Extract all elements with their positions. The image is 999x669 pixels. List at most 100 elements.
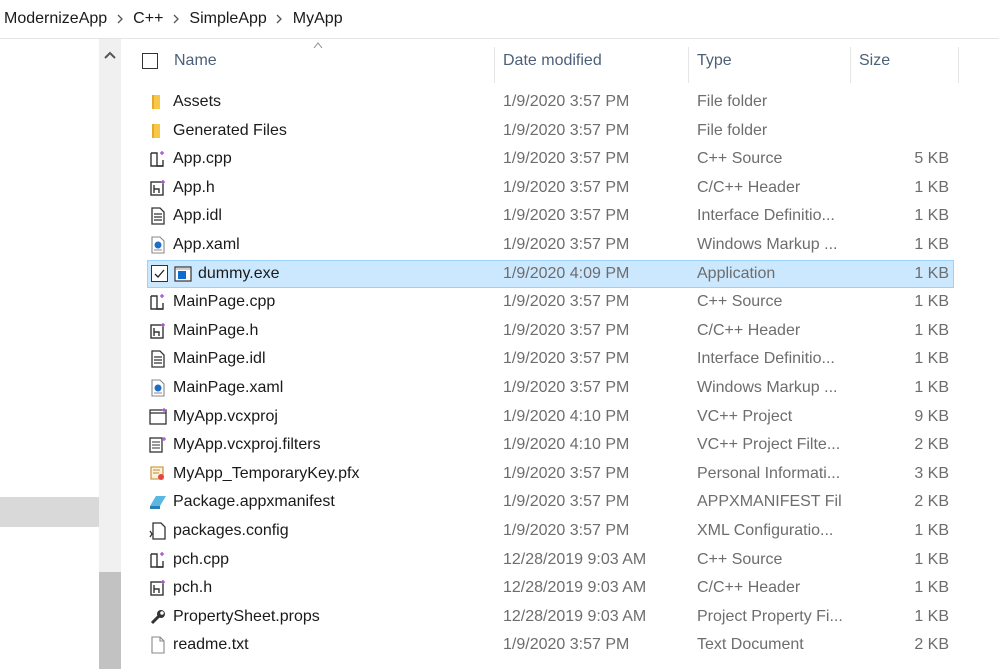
breadcrumb-item-myapp[interactable]: MyApp xyxy=(289,10,347,28)
file-date-modified: 1/9/2020 4:09 PM xyxy=(503,264,630,282)
file-name: Assets xyxy=(173,93,222,110)
chevron-right-icon[interactable] xyxy=(111,0,129,38)
file-type: C++ Source xyxy=(697,550,783,568)
file-name: packages.config xyxy=(173,522,289,539)
checkmark-icon xyxy=(154,269,165,278)
application-icon xyxy=(174,265,192,283)
file-row[interactable]: App.idl 1/9/2020 3:57 PM Interface Definit… xyxy=(147,202,954,230)
cpp-file-icon xyxy=(149,551,167,569)
file-type: XML Configuratio... xyxy=(697,522,834,539)
breadcrumb-item-cpp[interactable]: C++ xyxy=(129,10,167,28)
file-size: 1 KB xyxy=(914,379,949,396)
file-name: MainPage.cpp xyxy=(173,293,276,311)
file-row[interactable]: MyApp_TemporaryKey.pfx 1/9/2020 3:57 PM Pe… xyxy=(147,460,954,488)
folder-icon xyxy=(149,93,167,111)
file-name: pch.cpp xyxy=(173,550,230,568)
file-date-modified: 1/9/2020 3:57 PM xyxy=(503,350,630,368)
file-type: VC++ Project xyxy=(697,407,793,425)
file-row[interactable]: App.cpp 1/9/2020 3:57 PM C++ Source 5 KB xyxy=(147,145,954,173)
file-row[interactable]: MainPage.idl 1/9/2020 3:57 PM Interface De… xyxy=(147,345,954,373)
file-date-modified: 1/9/2020 3:57 PM xyxy=(503,150,630,168)
file-name: MainPage.h xyxy=(173,321,259,339)
scroll-up-arrow-icon[interactable] xyxy=(103,47,117,59)
file-row[interactable]: App.h 1/9/2020 3:57 PM C/C++ Header 1 KB xyxy=(147,174,954,202)
file-size: 1 KB xyxy=(914,579,949,597)
file-row[interactable]: MainPage.xaml 1/9/2020 3:57 PM Windows Mar… xyxy=(147,374,954,402)
file-row[interactable]: PropertySheet.props 12/28/2019 9:03 AM Pro… xyxy=(147,603,954,631)
file-size: 1 KB xyxy=(914,550,949,568)
file-date-modified: 1/9/2020 3:57 PM xyxy=(503,464,630,482)
file-type: VC++ Project Filte... xyxy=(697,436,841,454)
file-type: Interface Definitio... xyxy=(697,350,835,368)
filters-file-icon xyxy=(149,436,167,454)
file-row[interactable]: MainPage.cpp 1/9/2020 3:57 PM C++ Source 1 … xyxy=(147,288,954,316)
scrollbar-thumb[interactable] xyxy=(99,572,121,669)
file-date-modified: 12/28/2019 9:03 AM xyxy=(503,550,647,568)
select-all-checkbox[interactable] xyxy=(142,53,158,69)
xaml-file-icon xyxy=(149,379,167,397)
column-header-type[interactable]: Type xyxy=(697,39,847,83)
navigation-pane-selected-item[interactable] xyxy=(0,497,99,527)
column-divider[interactable] xyxy=(688,47,689,83)
column-header-size[interactable]: Size xyxy=(859,39,949,83)
file-name: MainPage.idl xyxy=(173,350,266,368)
file-name: readme.txt xyxy=(173,636,249,654)
file-type: C++ Source xyxy=(697,150,783,168)
manifest-file-icon xyxy=(149,493,167,511)
file-size: 1 KB xyxy=(914,264,949,282)
wrench-file-icon xyxy=(149,608,167,626)
file-row[interactable]: MainPage.h 1/9/2020 3:57 PM C/C++ Header 1 … xyxy=(147,317,954,345)
file-row[interactable]: pch.cpp 12/28/2019 9:03 AM C++ Source 1 KB xyxy=(147,546,954,574)
file-row[interactable]: packages.config 1/9/2020 3:57 PM XML Confi… xyxy=(147,517,954,545)
file-row[interactable]: MyApp.vcxproj.filters 1/9/2020 4:10 PM VC+… xyxy=(147,431,954,459)
column-header-date-modified[interactable]: Date modified xyxy=(503,39,683,83)
file-size: 1 KB xyxy=(914,207,949,225)
file-size: 1 KB xyxy=(914,321,949,339)
file-name: Generated Files xyxy=(173,121,287,139)
navigation-pane-scrollbar[interactable] xyxy=(99,39,121,669)
file-row[interactable]: MyApp.vcxproj 1/9/2020 4:10 PM VC++ Projec… xyxy=(147,403,954,431)
file-row[interactable]: dummy.exe 1/9/2020 4:09 PM Application 1 KB xyxy=(147,259,954,288)
vcxproj-file-icon xyxy=(149,407,167,426)
row-checkbox-checked[interactable] xyxy=(151,264,168,282)
file-date-modified: 1/9/2020 4:10 PM xyxy=(503,436,630,454)
file-size: 9 KB xyxy=(914,407,949,425)
chevron-right-icon[interactable] xyxy=(167,0,185,38)
file-name: pch.h xyxy=(173,579,213,597)
file-name: PropertySheet.props xyxy=(173,607,320,625)
file-size xyxy=(848,89,949,115)
file-type: Personal Informati... xyxy=(697,464,841,482)
xaml-file-icon xyxy=(149,236,167,254)
file-row[interactable]: readme.txt 1/9/2020 3:57 PM Text Document 2… xyxy=(147,631,954,659)
text-file-icon xyxy=(149,207,167,226)
column-divider[interactable] xyxy=(850,47,851,83)
file-row[interactable]: pch.h 12/28/2019 9:03 AM C/C++ Header 1 KB xyxy=(147,574,954,602)
file-row[interactable]: Assets 1/9/2020 3:57 PM File folder xyxy=(147,88,954,116)
config-file-icon xyxy=(149,522,167,540)
cpp-file-icon xyxy=(149,150,167,168)
file-row[interactable]: App.xaml 1/9/2020 3:57 PM Windows Markup .… xyxy=(147,231,954,259)
file-name: dummy.exe xyxy=(198,264,280,282)
file-size: 2 KB xyxy=(914,636,949,654)
file-date-modified: 1/9/2020 4:10 PM xyxy=(503,407,630,425)
file-date-modified: 1/9/2020 3:57 PM xyxy=(503,522,630,539)
file-type: File folder xyxy=(697,93,768,110)
file-date-modified: 1/9/2020 3:57 PM xyxy=(503,293,630,311)
file-name: MyApp.vcxproj.filters xyxy=(173,436,321,454)
column-header-row: Name Date modified Type Size xyxy=(121,39,999,83)
column-divider[interactable] xyxy=(494,47,495,83)
file-type: Text Document xyxy=(697,636,804,654)
breadcrumb-item-simpleapp[interactable]: SimpleApp xyxy=(185,10,270,28)
file-name: MainPage.xaml xyxy=(173,379,284,396)
file-name: App.idl xyxy=(173,207,222,225)
breadcrumb-item-modernizeapp[interactable]: ModernizeApp xyxy=(0,10,111,28)
column-divider[interactable] xyxy=(958,47,959,83)
file-date-modified: 1/9/2020 3:57 PM xyxy=(503,636,630,654)
file-row[interactable]: Generated Files 1/9/2020 3:57 PM File fold… xyxy=(147,117,954,145)
file-name: MyApp.vcxproj xyxy=(173,407,278,425)
chevron-right-icon[interactable] xyxy=(271,0,289,38)
file-size: 1 KB xyxy=(914,178,949,196)
column-header-name[interactable]: Name xyxy=(174,39,484,83)
file-row[interactable]: Package.appxmanifest 1/9/2020 3:57 PM APPX… xyxy=(147,488,954,516)
file-size: 1 KB xyxy=(914,236,949,253)
